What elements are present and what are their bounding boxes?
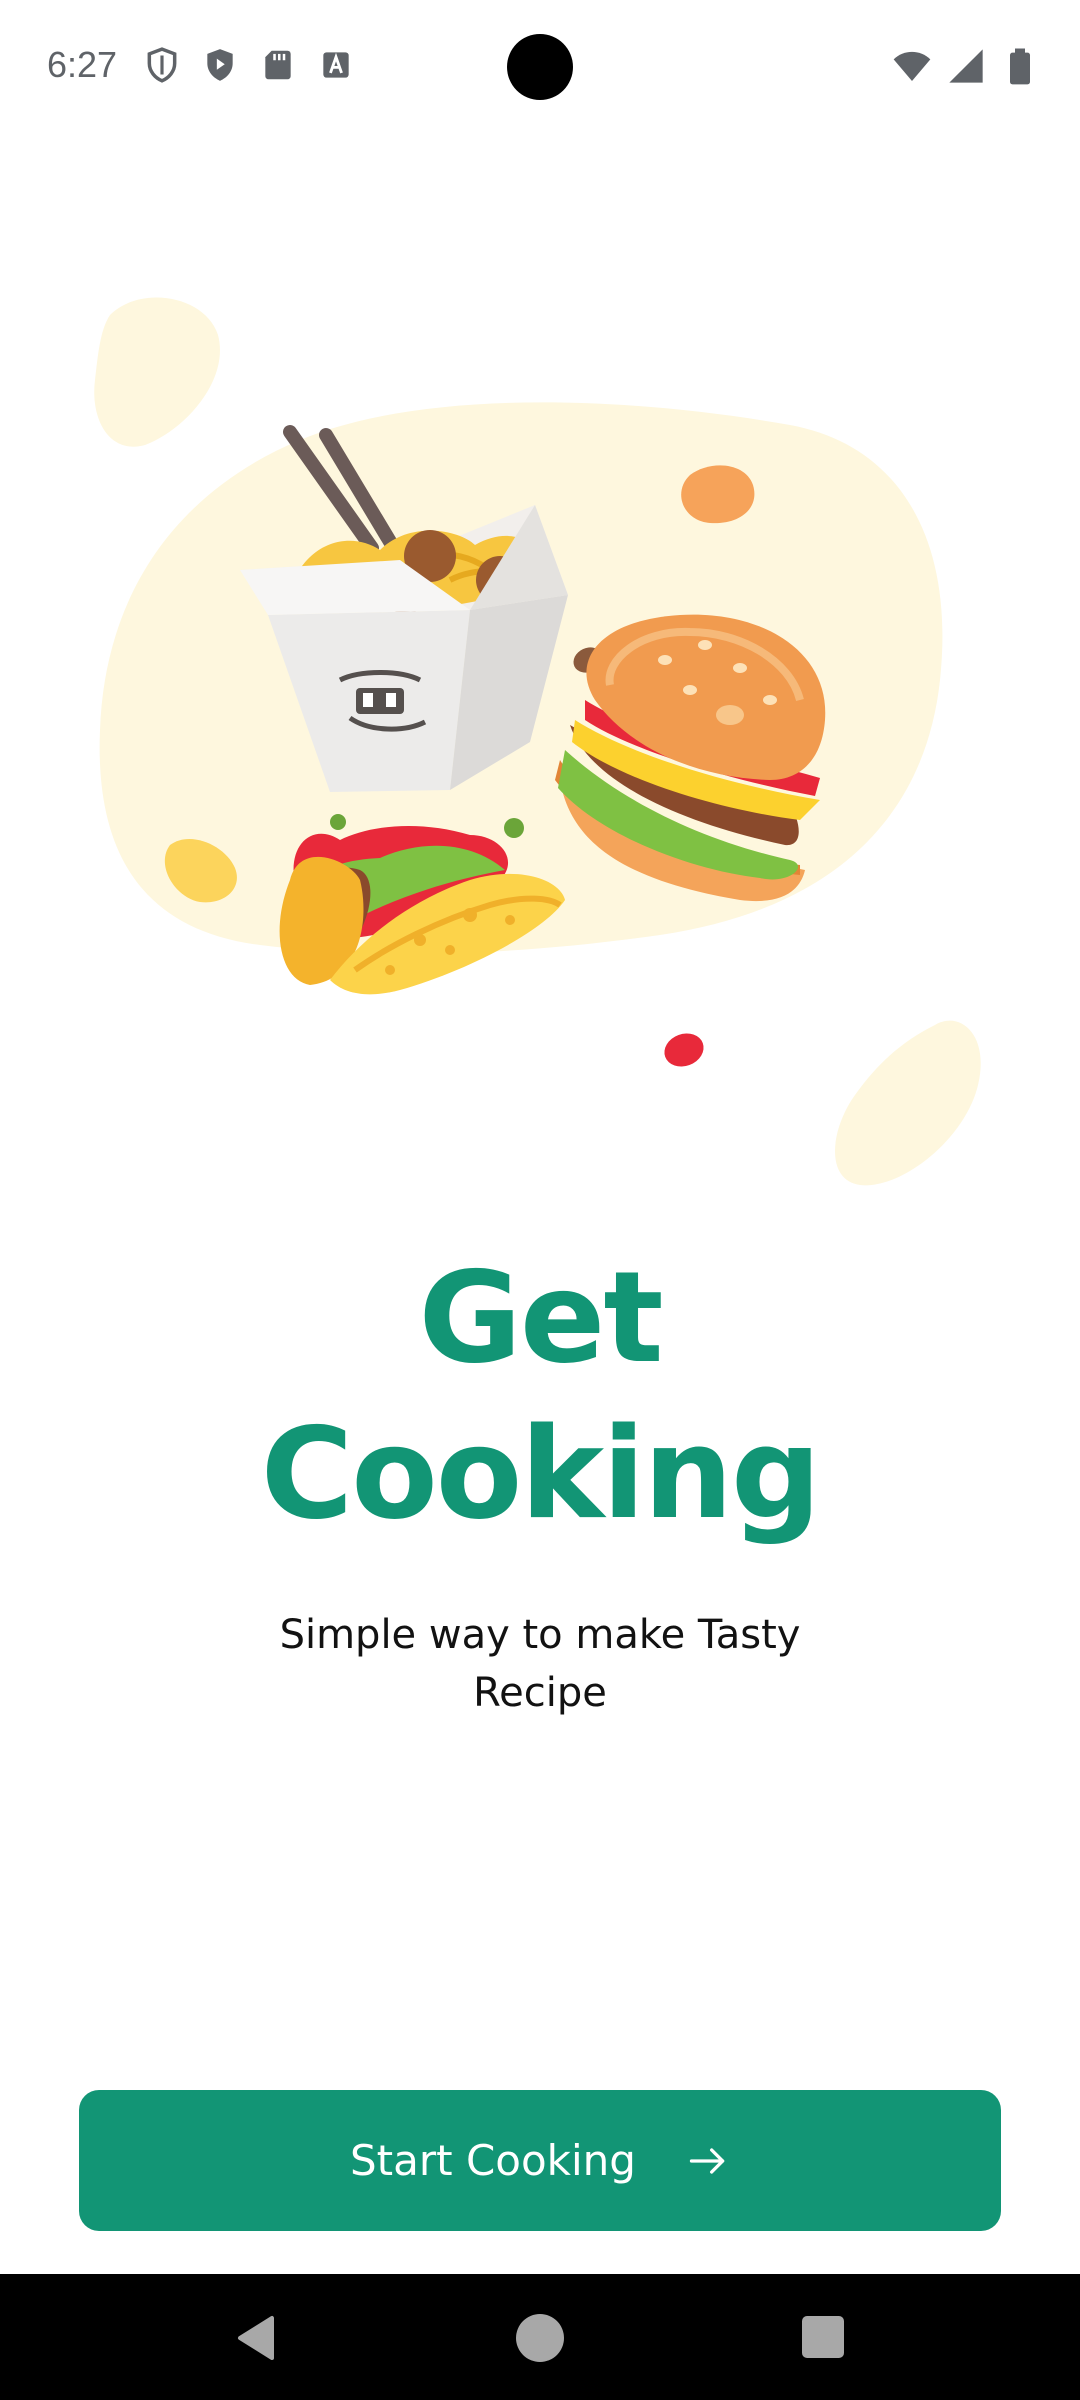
sd-card-icon xyxy=(259,46,297,88)
back-icon[interactable] xyxy=(232,2314,280,2362)
title-line-2: Cooking xyxy=(260,1400,821,1547)
battery-icon xyxy=(1000,46,1040,90)
cellular-signal-icon xyxy=(946,46,986,90)
arrow-right-icon xyxy=(686,2139,730,2183)
vpn-shield-icon xyxy=(143,46,181,88)
wifi-icon xyxy=(892,46,932,90)
page-title: Get Cooking xyxy=(0,1240,1080,1552)
food-illustration xyxy=(0,280,1080,1220)
notification-icons xyxy=(143,46,355,88)
subtitle: Simple way to make Tasty Recipe xyxy=(279,1612,801,1716)
play-protect-icon xyxy=(201,46,239,88)
font-a-icon xyxy=(317,46,355,88)
recents-icon[interactable] xyxy=(802,2316,844,2358)
home-icon[interactable] xyxy=(516,2314,564,2362)
navigation-bar xyxy=(0,2274,1080,2400)
system-status-icons xyxy=(892,46,1040,90)
status-time: 6:27 xyxy=(47,44,118,85)
title-line-1: Get xyxy=(418,1244,663,1391)
camera-cutout xyxy=(507,34,573,100)
status-bar: 6:27 xyxy=(0,0,1080,132)
start-cooking-button[interactable]: Start Cooking xyxy=(79,2090,1001,2231)
start-cooking-label: Start Cooking xyxy=(350,2136,636,2185)
